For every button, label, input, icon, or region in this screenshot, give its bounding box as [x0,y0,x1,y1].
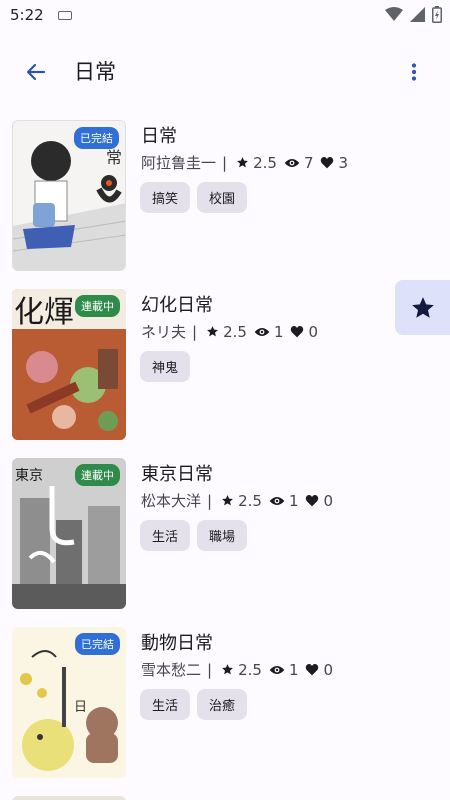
rating-value: 2.5 [223,322,247,341]
manga-list: 常 已完結 日常 阿拉鲁圭一 | 2.5 7 3 搞笑 校園 化煇 連載中 幻化… [0,112,450,800]
svg-text:化煇: 化煇 [14,295,74,330]
likes-value: 0 [308,322,319,341]
likes-value: 0 [323,491,334,510]
likes-stat: 0 [305,492,333,510]
manga-author: ネリ夫 [141,323,187,341]
likes-value: 3 [338,153,349,172]
tag-list: 搞笑 校園 [140,182,248,213]
svg-text:東京: 東京 [15,468,43,484]
tag-list: 生活 職場 [140,520,248,551]
cover-image [12,796,126,800]
status-bar: 5:22 [0,0,450,32]
separator: | [207,660,213,679]
views-value: 7 [303,153,314,172]
rating-stat: 2.5 [206,323,247,341]
likes-stat: 0 [290,323,318,341]
views-stat: 7 [284,153,314,172]
list-item[interactable]: 東京 連載中 東京日常 松本大洋 | 2.5 1 0 生活 職場 [0,450,450,619]
eye-icon [254,327,270,336]
manga-title: 東京日常 [141,464,213,485]
manga-meta: 雪本愁二 | 2.5 1 0 [141,659,333,680]
rating-stat: 2.5 [221,492,262,510]
views-stat: 1 [254,322,284,341]
star-icon [222,664,233,675]
battery-icon [432,6,442,23]
status-time: 5:22 [10,6,44,24]
tag-chip[interactable]: 治癒 [197,689,248,720]
manga-meta: 阿拉鲁圭一 | 2.5 7 3 [141,152,348,173]
more-options-button[interactable] [400,58,428,86]
rating-value: 2.5 [238,660,262,679]
cover-image: 化煇 連載中 [12,289,126,440]
tag-chip[interactable]: 生活 [140,520,191,551]
heart-icon [291,326,304,338]
status-badge: 連載中 [75,464,120,486]
star-icon [207,326,218,337]
manga-title: 幻化日常 [141,295,213,316]
rating-value: 2.5 [238,491,262,510]
manga-author: 阿拉鲁圭一 [141,154,217,172]
manga-author: 松本大洋 [141,492,202,510]
views-value: 1 [273,322,284,341]
separator: | [222,153,228,172]
svg-text:常: 常 [106,148,122,167]
arrow-back-icon [26,63,46,81]
list-item[interactable]: 化煇 連載中 幻化日常 ネリ夫 | 2.5 1 0 神鬼 [0,281,450,450]
star-icon [237,157,248,168]
views-stat: 1 [269,660,299,679]
separator: | [207,491,213,510]
manga-meta: 松本大洋 | 2.5 1 0 [141,490,333,511]
list-item[interactable]: 常 已完結 日常 阿拉鲁圭一 | 2.5 7 3 搞笑 校園 [0,112,450,281]
cover-image: 常 已完結 [12,120,126,271]
likes-value: 0 [323,660,334,679]
tag-chip[interactable]: 職場 [197,520,248,551]
likes-stat: 3 [320,154,348,172]
app-bar: 日常 [0,40,450,104]
back-button[interactable] [22,58,50,86]
rating-stat: 2.5 [236,154,277,172]
likes-stat: 0 [305,661,333,679]
rating-value: 2.5 [253,153,277,172]
manga-title: 動物日常 [141,633,213,654]
tag-list: 生活 治癒 [140,689,248,720]
signal-icon [410,7,425,22]
views-stat: 1 [269,491,299,510]
list-item-partial[interactable] [0,788,450,800]
eye-icon [269,665,285,674]
separator: | [192,322,198,341]
eye-icon [269,496,285,505]
manga-author: 雪本愁二 [141,661,202,679]
eye-icon [284,158,300,167]
heart-icon [306,664,319,676]
list-item[interactable]: 日 已完結 動物日常 雪本愁二 | 2.5 1 0 生活 治癒 [0,619,450,788]
star-icon [411,296,434,318]
svg-text:日: 日 [74,700,87,715]
views-value: 1 [288,660,299,679]
tag-chip[interactable]: 生活 [140,689,191,720]
rating-stat: 2.5 [221,661,262,679]
manga-title: 日常 [141,126,177,147]
keyboard-icon [58,11,72,20]
status-badge: 已完結 [75,633,120,655]
cover-image: 日 已完結 [12,627,126,778]
favorite-button[interactable] [395,280,450,335]
tag-chip[interactable]: 搞笑 [140,182,191,213]
status-icons [385,6,442,23]
views-value: 1 [288,491,299,510]
heart-icon [321,157,334,169]
manga-meta: ネリ夫 | 2.5 1 0 [141,321,318,342]
cover-image: 東京 連載中 [12,458,126,609]
status-badge: 已完結 [74,127,119,149]
wifi-icon [385,7,403,21]
page-title: 日常 [74,60,116,84]
tag-list: 神鬼 [140,351,191,382]
tag-chip[interactable]: 神鬼 [140,351,191,382]
star-icon [222,495,233,506]
heart-icon [306,495,319,507]
tag-chip[interactable]: 校園 [197,182,248,213]
status-badge: 連載中 [75,295,120,317]
more-vert-icon [411,63,417,81]
